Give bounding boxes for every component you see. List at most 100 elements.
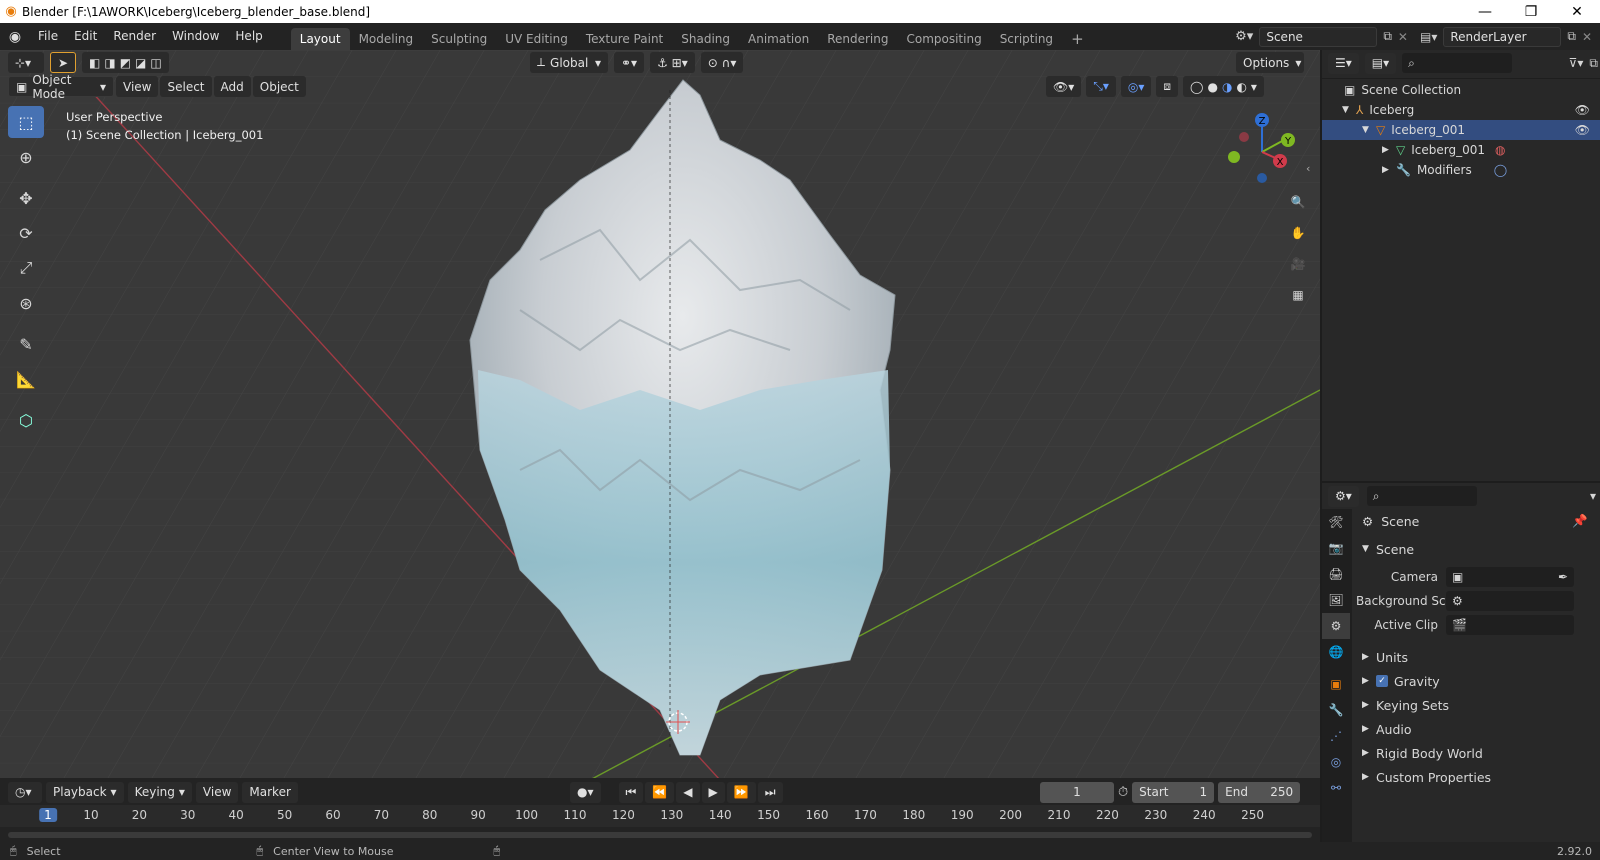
menu-object[interactable]: Object: [252, 76, 306, 97]
snapping-toggle[interactable]: ⚓ ⊞▾: [650, 52, 695, 73]
menu-file[interactable]: File: [30, 23, 66, 50]
tab-physics[interactable]: ◎: [1322, 749, 1350, 775]
end-frame-field[interactable]: End 250: [1218, 781, 1301, 803]
camera-field[interactable]: ▣ ✒: [1446, 567, 1574, 587]
cursor-tool[interactable]: ⊕: [8, 141, 44, 173]
prev-keyframe-button[interactable]: ⏪: [645, 781, 675, 803]
select-subtract-icon[interactable]: ◩: [120, 56, 131, 70]
menu-timeline-view[interactable]: View: [195, 781, 239, 803]
scene-field[interactable]: Scene: [1259, 26, 1378, 47]
select-box-tool[interactable]: ⬚: [8, 106, 44, 138]
tab-render[interactable]: 📷: [1322, 535, 1350, 561]
tab-world[interactable]: 🌐: [1322, 639, 1350, 665]
select-new-icon[interactable]: ◧: [89, 56, 100, 70]
gizmo-neg-z[interactable]: [1257, 173, 1267, 183]
add-workspace-button[interactable]: +: [1062, 28, 1093, 50]
tab-constraints[interactable]: ⚯: [1322, 775, 1350, 801]
tab-modifiers[interactable]: 🔧: [1322, 697, 1350, 723]
chevron-down-icon[interactable]: ▾: [1590, 489, 1596, 503]
overlays-toggle[interactable]: ◎▾: [1120, 76, 1152, 97]
outliner-item-iceberg-001[interactable]: ▼ ▽ Iceberg_001 👁: [1322, 120, 1600, 140]
display-mode-dropdown[interactable]: ▤▾: [1364, 52, 1397, 74]
annotate-tool[interactable]: ✎: [8, 328, 44, 360]
menu-playback[interactable]: Playback ▾: [46, 781, 124, 803]
filter-icon[interactable]: ⊽▾: [1569, 56, 1584, 70]
tab-shading[interactable]: Shading: [672, 28, 739, 50]
panel-custom-properties[interactable]: ▶ Custom Properties: [1356, 765, 1596, 789]
background-scene-field[interactable]: ⚙: [1446, 591, 1574, 611]
tab-tool[interactable]: 🛠: [1322, 509, 1350, 535]
minimize-button[interactable]: —: [1462, 4, 1508, 20]
tab-sculpting[interactable]: Sculpting: [422, 28, 496, 50]
eye-icon[interactable]: 👁: [1575, 103, 1590, 117]
properties-search[interactable]: ⌕: [1366, 486, 1477, 506]
navigation-gizmo[interactable]: Z Y X: [1222, 112, 1302, 192]
outliner-editor-type[interactable]: ☰▾: [1328, 52, 1359, 74]
visibility-dropdown[interactable]: 👁▾: [1046, 76, 1082, 97]
new-collection-icon[interactable]: ⧉: [1589, 56, 1598, 71]
tab-output[interactable]: 🖨: [1322, 561, 1350, 587]
active-tool-button[interactable]: ➤: [50, 52, 76, 73]
mode-dropdown[interactable]: ▣ Object Mode ▾: [8, 73, 114, 101]
outliner-root[interactable]: ▣ Scene Collection: [1322, 80, 1600, 100]
start-frame-field[interactable]: Start 1: [1132, 781, 1215, 803]
timeline-editor-type[interactable]: ◷▾: [8, 781, 42, 803]
properties-editor-type[interactable]: ⚙▾: [1328, 485, 1359, 507]
menu-keying[interactable]: Keying ▾: [127, 781, 192, 803]
tab-modeling[interactable]: Modeling: [350, 28, 423, 50]
menu-add[interactable]: Add: [213, 76, 251, 97]
menu-window[interactable]: Window: [164, 23, 227, 50]
new-view-layer-icon[interactable]: ⧉: [1567, 29, 1576, 44]
clock-icon[interactable]: ⏱: [1118, 785, 1128, 800]
new-scene-icon[interactable]: ⧉: [1383, 29, 1392, 44]
scene-selector-icon[interactable]: ⚙▾: [1235, 29, 1253, 44]
expand-arrow-icon[interactable]: ▼: [1342, 105, 1356, 115]
expand-arrow-icon[interactable]: ▶: [1382, 165, 1396, 175]
panel-rigid-body-world[interactable]: ▶ Rigid Body World: [1356, 741, 1596, 765]
rendered-shading-icon[interactable]: ◐: [1236, 80, 1246, 94]
options-dropdown[interactable]: Options ▾: [1236, 52, 1304, 73]
expand-arrow-icon[interactable]: ▶: [1382, 145, 1396, 155]
eyedropper-icon[interactable]: ✒: [1558, 570, 1568, 584]
chevron-down-icon[interactable]: ▾: [1251, 80, 1257, 94]
sidebar-toggle-icon[interactable]: ‹: [1306, 162, 1310, 175]
tab-object[interactable]: ▣: [1322, 671, 1350, 697]
panel-gravity[interactable]: ▶ ✓ Gravity: [1356, 669, 1596, 693]
proportional-editing-toggle[interactable]: ⊙ ∩▾: [700, 52, 744, 73]
view-layer-field[interactable]: RenderLayer: [1443, 26, 1562, 47]
select-invert-icon[interactable]: ◪: [135, 56, 146, 70]
outliner-item-mesh-data[interactable]: ▶ ▽ Iceberg_001 ◍: [1322, 140, 1600, 160]
delete-scene-icon[interactable]: ✕: [1398, 30, 1408, 44]
jump-end-button[interactable]: ⏭: [757, 781, 783, 803]
tab-view-layer[interactable]: 🖼: [1322, 587, 1350, 613]
timeline-ruler[interactable]: 1 10 20 30 40 50 60 70 80 90 100 110 120 130 140 150 160…: [0, 805, 1320, 827]
gizmo-toggle[interactable]: ⤡▾: [1086, 76, 1116, 97]
xray-toggle[interactable]: ⧈: [1156, 76, 1179, 97]
tab-texture-paint[interactable]: Texture Paint: [577, 28, 672, 50]
tab-particles[interactable]: ⋰: [1322, 723, 1350, 749]
expand-arrow-icon[interactable]: ▼: [1362, 125, 1376, 135]
play-reverse-button[interactable]: ◀: [676, 781, 700, 803]
material-shading-icon[interactable]: ◑: [1222, 80, 1232, 94]
menu-edit[interactable]: Edit: [66, 23, 105, 50]
timeline-scrollbar[interactable]: [8, 832, 1312, 838]
menu-help[interactable]: Help: [227, 23, 270, 50]
outliner-search[interactable]: ⌕: [1402, 53, 1513, 73]
selection-mode-buttons[interactable]: ◧ ◨ ◩ ◪ ◫: [82, 52, 169, 73]
scale-tool[interactable]: ⤢: [8, 252, 44, 284]
view-layer-icon[interactable]: ▤▾: [1420, 30, 1437, 44]
next-keyframe-button[interactable]: ⏩: [726, 781, 756, 803]
menu-select[interactable]: Select: [160, 76, 212, 97]
tab-layout[interactable]: Layout: [290, 28, 350, 50]
select-extend-icon[interactable]: ◨: [104, 56, 115, 70]
tab-uv-editing[interactable]: UV Editing: [496, 28, 577, 50]
pan-button[interactable]: ✋: [1284, 219, 1312, 247]
material-icon[interactable]: ◍: [1495, 143, 1505, 157]
outliner-item-modifiers[interactable]: ▶ 🔧 Modifiers ◯: [1322, 160, 1600, 180]
camera-view-button[interactable]: 🎥: [1284, 250, 1312, 278]
menu-view[interactable]: View: [116, 76, 159, 97]
tab-compositing[interactable]: Compositing: [897, 28, 990, 50]
measure-tool[interactable]: 📐: [8, 363, 44, 395]
delete-view-layer-icon[interactable]: ✕: [1582, 30, 1592, 44]
menu-marker[interactable]: Marker: [242, 781, 298, 803]
